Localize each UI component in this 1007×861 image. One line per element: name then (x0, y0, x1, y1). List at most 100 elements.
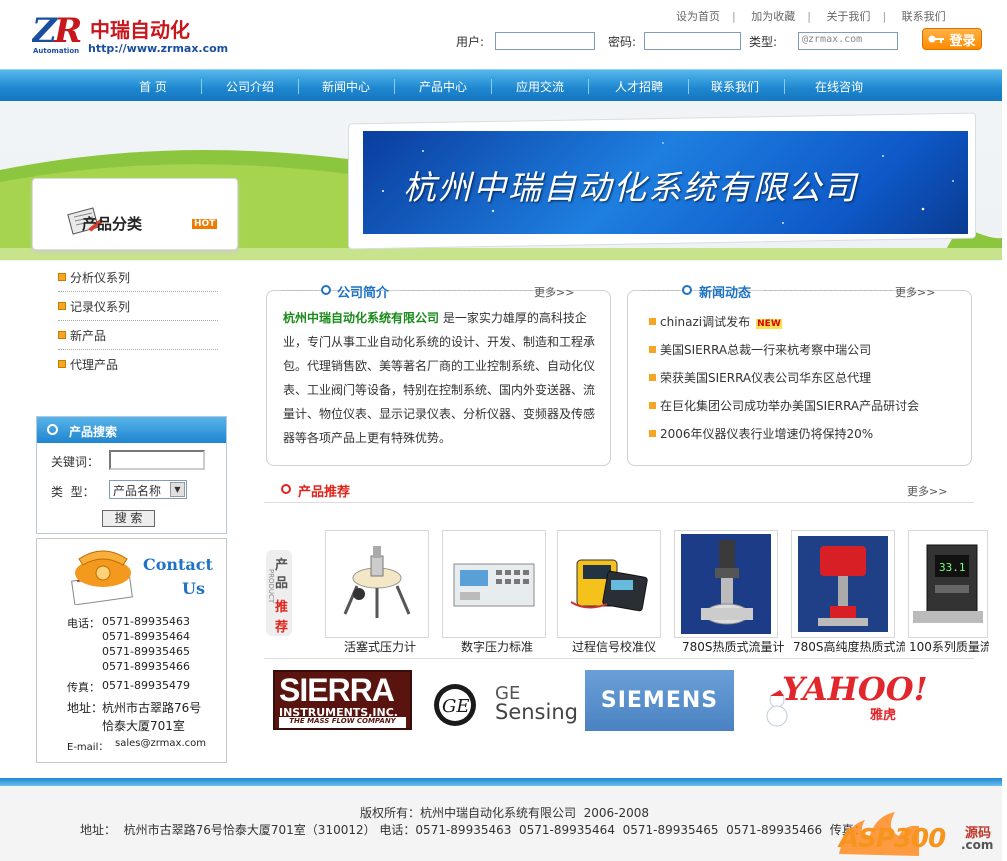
contact-title: Contact (143, 555, 213, 574)
product-caption[interactable]: 活塞式压力计 (344, 638, 434, 655)
product-side-label: 产 品 推 荐 PRODUCT (266, 550, 292, 636)
category-item[interactable]: 代理产品 (58, 350, 218, 379)
user-label: 用户: (456, 35, 485, 49)
svg-text:GE: GE (442, 696, 470, 717)
yahoo-logo[interactable]: YAHOO! 雅虎 (760, 670, 950, 732)
chevron-down-icon[interactable]: ▼ (170, 482, 185, 497)
keyword-input[interactable] (109, 450, 205, 470)
ge-logo-icon[interactable]: GE (433, 683, 477, 727)
product-caption[interactable]: 780S热质式流量计 (682, 638, 786, 655)
nav-contact[interactable]: 联系我们 (690, 78, 780, 95)
flowmeter-780s-image (681, 534, 771, 634)
intro-body: 是一家实力雄厚的高科技企业，专门从事工业自动化系统的设计、开发、制造和工程承包。… (283, 311, 596, 445)
banner-title: 杭州中瑞自动化系统有限公司 (403, 168, 858, 207)
phone-value: 0571-89935463 (102, 615, 190, 628)
email-value[interactable]: sales@zrmax.com (115, 738, 206, 749)
fax-value: 0571-89935479 (102, 679, 190, 692)
bullet-icon (58, 273, 66, 281)
telephone-icon (71, 550, 133, 605)
phone-value: 0571-89935465 (102, 645, 190, 658)
nav-home[interactable]: 首 页 (108, 78, 198, 95)
nav-news[interactable]: 新闻中心 (301, 78, 391, 95)
bullet-icon (649, 402, 656, 409)
svg-text:R: R (53, 12, 82, 51)
contact-title-us: Us (182, 579, 205, 598)
product-caption[interactable]: 780S高纯度热质式流量计 (793, 638, 905, 652)
category-item[interactable]: 分析仪系列 (58, 263, 218, 292)
bullet-icon (58, 331, 66, 339)
news-item[interactable]: 在巨化集团公司成功举办美国SIERRA产品研讨会 (649, 397, 919, 414)
ge-sensing-text: Sensing (495, 700, 578, 724)
product-caption[interactable]: 过程信号校准仪 (572, 638, 660, 655)
product-card[interactable] (674, 530, 778, 638)
product-card[interactable] (442, 530, 546, 638)
domain-input[interactable]: @zrmax.com (798, 32, 898, 50)
new-badge: NEW (756, 319, 782, 329)
bullet-icon (649, 430, 656, 437)
product-card[interactable] (791, 530, 895, 638)
news-title: 新闻动态 (699, 286, 752, 301)
type-select-label: 类 型： (51, 485, 95, 499)
news-item[interactable]: chinazi调试发布 NEW (649, 313, 782, 330)
address-value: 恰泰大厦701室 (102, 719, 185, 733)
asp300-badge[interactable]: ASP300 源码 .com (835, 806, 1000, 858)
nav-applications[interactable]: 应用交流 (495, 78, 585, 95)
category-item[interactable]: 记录仪系列 (58, 292, 218, 321)
product-search-box: 产品搜索 关键词： 类 型： 产品名称 ▼ 搜 索 (36, 416, 227, 534)
sierra-logo[interactable]: SIERRA INSTRUMENTS,INC. THE MASS FLOW CO… (273, 670, 412, 730)
set-home-link[interactable]: 设为首页 (676, 10, 720, 23)
product-card[interactable]: 33.1 (908, 530, 988, 638)
circle-icon (281, 484, 291, 494)
login-button[interactable]: 登录 (922, 28, 982, 50)
search-button[interactable]: 搜 索 (102, 510, 155, 527)
divider (264, 658, 974, 659)
mass-flow-controller-image: 33.1 (913, 544, 983, 623)
phone-label: 电话： (67, 617, 100, 630)
password-input[interactable] (644, 32, 741, 50)
news-item[interactable]: 2006年仪器仪表行业增速仍将保持20% (649, 425, 873, 442)
bullet-icon (58, 360, 66, 368)
intro-text: 杭州中瑞自动化系统有限公司 是一家实力雄厚的高科技企业，专门从事工业自动化系统的… (283, 306, 603, 450)
type-select[interactable]: 产品名称 ▼ (109, 480, 187, 499)
nav-products[interactable]: 产品中心 (398, 78, 488, 95)
product-caption[interactable]: 数字压力标准 (461, 638, 541, 655)
nav-about[interactable]: 公司介绍 (205, 78, 295, 95)
top-links: 设为首页 | 加为收藏 | 关于我们 | 联系我们 (676, 10, 946, 23)
type-label: 类型: (749, 35, 778, 49)
news-item[interactable]: 美国SIERRA总裁一行来杭考察中瑞公司 (649, 341, 871, 358)
nav-careers[interactable]: 人才招聘 (594, 78, 684, 95)
product-card[interactable] (325, 530, 429, 638)
flowmeter-780s-uhp-image (798, 536, 888, 632)
user-input[interactable] (495, 32, 595, 50)
search-title: 产品搜索 (69, 425, 118, 439)
search-header: 产品搜索 (37, 417, 226, 443)
main-nav: 首 页 公司介绍 新闻中心 产品中心 应用交流 人才招聘 联系我们 在线咨询 (0, 69, 1002, 101)
bullet-icon (58, 302, 66, 310)
intro-more-link[interactable]: 更多>> (534, 284, 574, 300)
contact-link[interactable]: 联系我们 (902, 10, 946, 23)
footer-band (0, 778, 1002, 786)
logo-url[interactable]: http://www.zrmax.com (88, 42, 228, 55)
type-select-value: 产品名称 (113, 484, 162, 498)
divider (764, 290, 892, 291)
address-label: 地址： (67, 701, 104, 715)
password-label: 密码: (608, 35, 637, 49)
circle-icon (47, 424, 58, 435)
siemens-logo[interactable]: SIEMENS (585, 670, 734, 731)
bookmark-link[interactable]: 加为收藏 (751, 10, 795, 23)
product-caption[interactable]: 100系列质量流量控制器 (909, 638, 989, 652)
news-item[interactable]: 荣获美国SIERRA仪表公司华东区总代理 (649, 369, 871, 386)
fax-label: 传真： (67, 681, 100, 694)
about-link[interactable]: 关于我们 (826, 10, 870, 23)
products-more-link[interactable]: 更多>> (907, 483, 947, 499)
bullet-icon (649, 346, 656, 353)
footer-copyright: 版权所有：杭州中瑞自动化系统有限公司 2006-2008 (360, 806, 650, 820)
phone-value: 0571-89935464 (102, 630, 190, 643)
nav-consult[interactable]: 在线咨询 (794, 78, 884, 95)
category-item[interactable]: 新产品 (58, 321, 218, 350)
logo-text: 中瑞自动化 (90, 18, 190, 42)
news-more-link[interactable]: 更多>> (895, 284, 935, 300)
company-name: 杭州中瑞自动化系统有限公司 (283, 311, 440, 325)
bullet-icon (649, 318, 656, 325)
product-card[interactable] (557, 530, 661, 638)
